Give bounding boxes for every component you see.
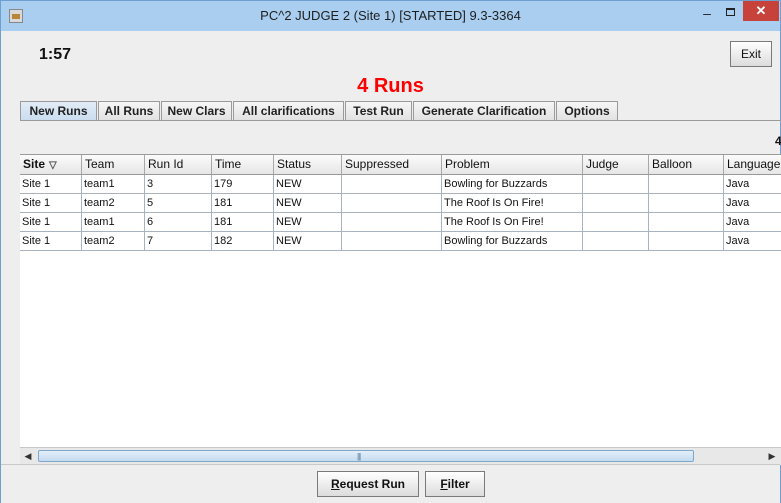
cell-run-id: 5 (145, 194, 212, 212)
tab-all-runs[interactable]: All Runs (98, 101, 160, 120)
runs-count-title: 4 Runs (357, 75, 424, 97)
cell-problem: Bowling for Buzzards (442, 175, 583, 193)
scrollbar-thumb[interactable]: ||| (38, 450, 694, 462)
cell-balloon (649, 213, 724, 231)
cell-team: team2 (82, 194, 145, 212)
button-label: equest Run (339, 477, 405, 491)
column-header-status[interactable]: Status (274, 155, 342, 174)
exit-button[interactable]: Exit (730, 41, 772, 67)
cell-balloon (649, 232, 724, 250)
sort-descending-icon: ▽ (49, 160, 57, 171)
cell-run-id: 7 (145, 232, 212, 250)
request-run-button[interactable]: Request Run (317, 471, 419, 497)
cell-status: NEW (274, 213, 342, 231)
cell-problem: Bowling for Buzzards (442, 232, 583, 250)
run-count-label: 4 (775, 134, 781, 148)
cell-status: NEW (274, 194, 342, 212)
tab-all-clarifications[interactable]: All clarifications (233, 101, 344, 120)
tab-options[interactable]: Options (556, 101, 618, 120)
column-header-language[interactable]: Language (724, 155, 781, 174)
title-bar[interactable]: PC^2 JUDGE 2 (Site 1) [STARTED] 9.3-3364… (1, 1, 780, 31)
button-label: ilter (447, 477, 470, 491)
minimize-button[interactable]: – (698, 6, 716, 21)
tab-new-runs[interactable]: New Runs (20, 101, 97, 121)
window-title: PC^2 JUDGE 2 (Site 1) [STARTED] 9.3-3364 (260, 8, 521, 23)
cell-team: team1 (82, 213, 145, 231)
column-header-run-id[interactable]: Run Id (145, 155, 212, 174)
tab-test-run[interactable]: Test Run (345, 101, 412, 120)
cell-suppressed (342, 175, 442, 193)
cell-status: NEW (274, 175, 342, 193)
runs-table: Site ▽ Team Run Id Time Status Suppressed… (20, 154, 781, 448)
cell-run-id: 3 (145, 175, 212, 193)
cell-problem: The Roof Is On Fire! (442, 194, 583, 212)
scroll-right-icon[interactable]: ▶ (766, 450, 778, 462)
cell-language: Java (724, 232, 781, 250)
column-header-time[interactable]: Time (212, 155, 274, 174)
cell-problem: The Roof Is On Fire! (442, 213, 583, 231)
cell-language: Java (724, 194, 781, 212)
cell-site: Site 1 (20, 213, 82, 231)
cell-site: Site 1 (20, 175, 82, 193)
scroll-left-icon[interactable]: ◀ (22, 450, 34, 462)
cell-status: NEW (274, 232, 342, 250)
table-row[interactable]: Site 1 team2 5 181 NEW The Roof Is On Fi… (20, 194, 781, 213)
cell-time: 181 (212, 194, 274, 212)
cell-team: team2 (82, 232, 145, 250)
tab-divider (20, 120, 781, 121)
horizontal-scrollbar[interactable]: ◀ ||| ▶ (20, 447, 781, 465)
column-header-site[interactable]: Site ▽ (20, 155, 82, 174)
close-button[interactable]: ✕ (743, 1, 779, 21)
maximize-button[interactable] (722, 5, 740, 21)
column-header-team[interactable]: Team (82, 155, 145, 174)
cell-judge (583, 194, 649, 212)
cell-time: 182 (212, 232, 274, 250)
cell-language: Java (724, 213, 781, 231)
tab-new-clars[interactable]: New Clars (161, 101, 232, 120)
table-row[interactable]: Site 1 team2 7 182 NEW Bowling for Buzza… (20, 232, 781, 251)
cell-team: team1 (82, 175, 145, 193)
table-row[interactable]: Site 1 team1 6 181 NEW The Roof Is On Fi… (20, 213, 781, 232)
cell-run-id: 6 (145, 213, 212, 231)
cell-site: Site 1 (20, 194, 82, 212)
column-header-label: Site (23, 157, 46, 171)
cell-suppressed (342, 213, 442, 231)
cell-language: Java (724, 175, 781, 193)
cell-site: Site 1 (20, 232, 82, 250)
tab-strip: New Runs All Runs New Clars All clarific… (20, 101, 619, 121)
column-header-judge[interactable]: Judge (583, 155, 649, 174)
grip-icon: ||| (357, 452, 361, 461)
contest-clock: 1:57 (39, 46, 72, 63)
app-window: PC^2 JUDGE 2 (Site 1) [STARTED] 9.3-3364… (0, 0, 781, 503)
filter-button[interactable]: Filter (425, 471, 485, 497)
table-row[interactable]: Site 1 team1 3 179 NEW Bowling for Buzza… (20, 175, 781, 194)
cell-judge (583, 175, 649, 193)
column-header-balloon[interactable]: Balloon (649, 155, 724, 174)
bottom-button-bar: Request Run Filter (1, 464, 780, 503)
column-header-suppressed[interactable]: Suppressed (342, 155, 442, 174)
table-header: Site ▽ Team Run Id Time Status Suppressed… (20, 155, 781, 175)
tab-generate-clarification[interactable]: Generate Clarification (413, 101, 555, 120)
cell-balloon (649, 175, 724, 193)
cell-suppressed (342, 194, 442, 212)
cell-time: 179 (212, 175, 274, 193)
cell-suppressed (342, 232, 442, 250)
cell-judge (583, 232, 649, 250)
cell-time: 181 (212, 213, 274, 231)
cell-judge (583, 213, 649, 231)
mnemonic: R (330, 477, 340, 491)
mnemonic: F (440, 477, 448, 491)
cell-balloon (649, 194, 724, 212)
column-header-problem[interactable]: Problem (442, 155, 583, 174)
